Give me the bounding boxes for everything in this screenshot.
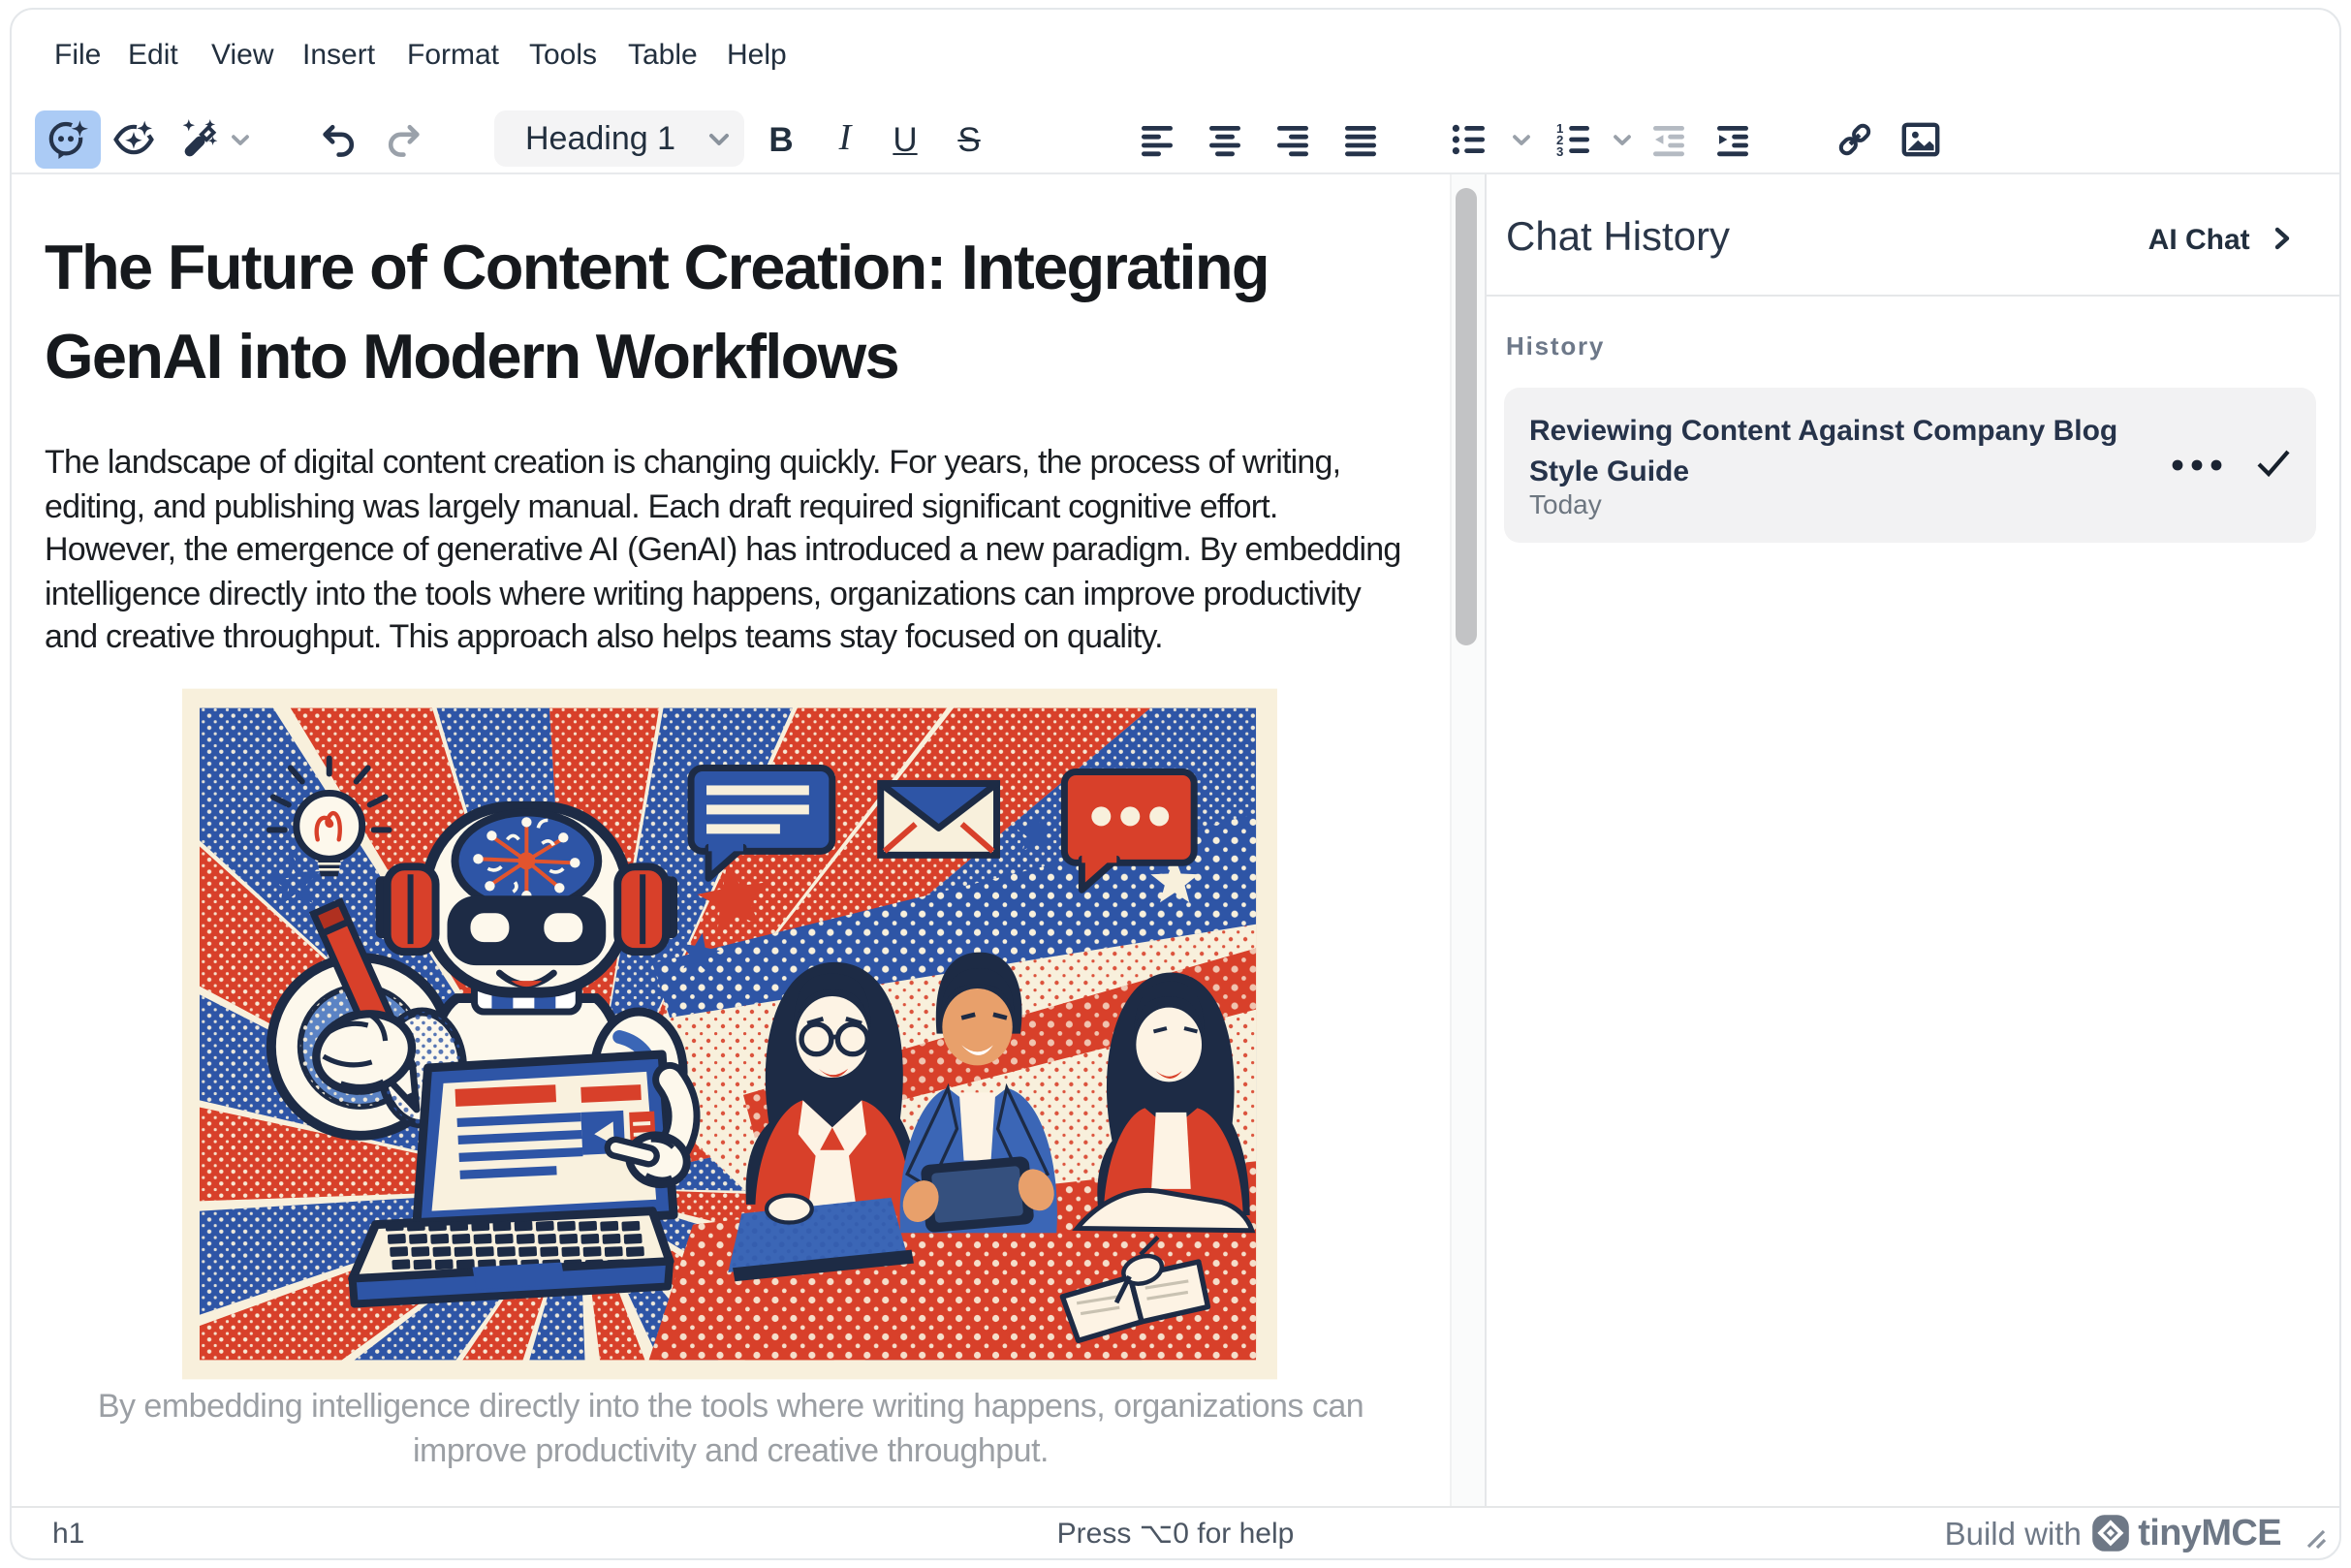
svg-text:3: 3 (1556, 144, 1563, 159)
